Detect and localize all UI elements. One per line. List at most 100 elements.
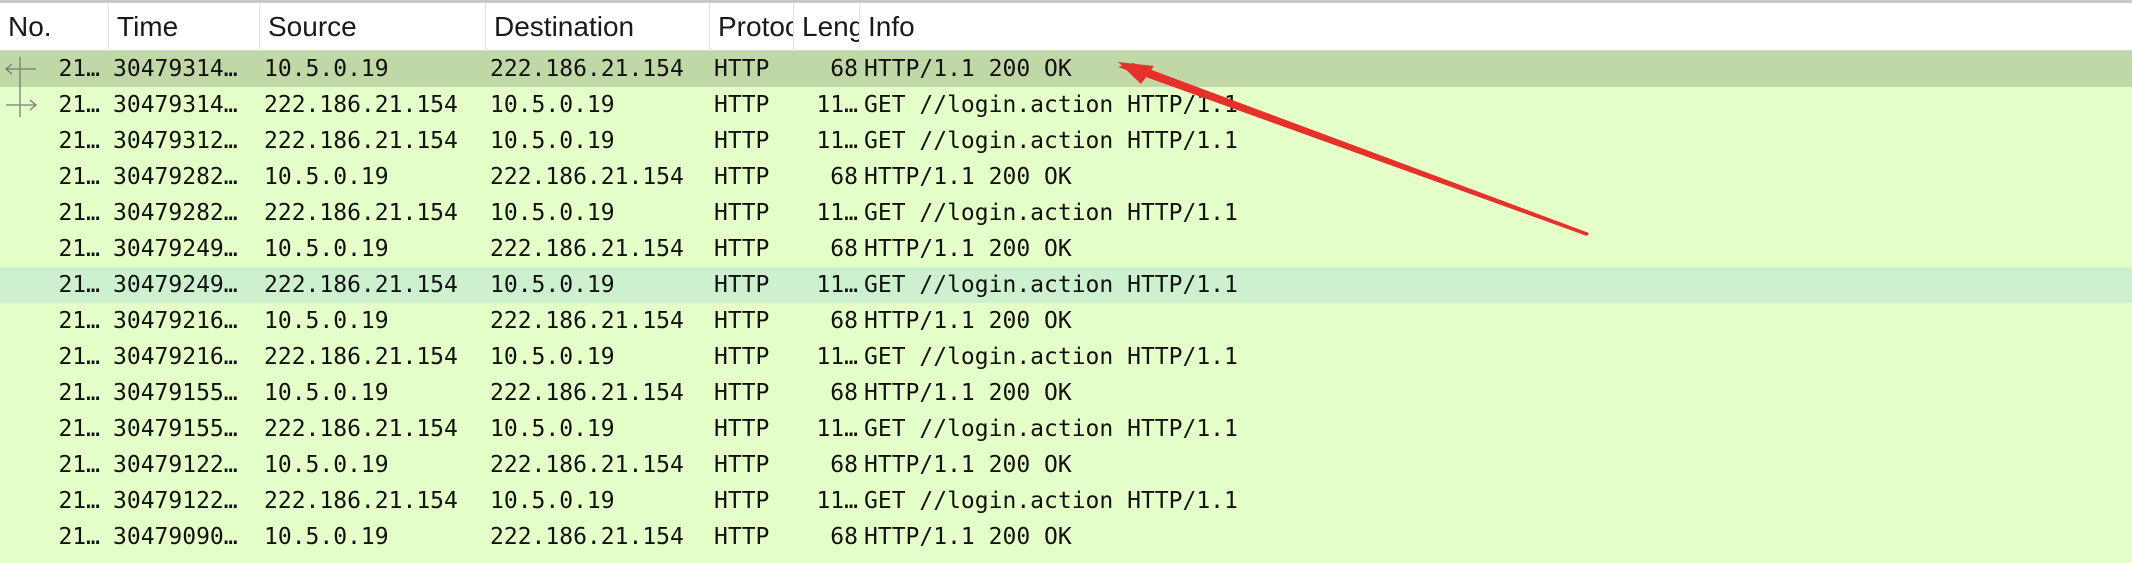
cell-info: GET //login.action HTTP/1.1 [864, 272, 1238, 298]
cell-source: 10.5.0.19 [264, 452, 389, 478]
cell-length: 68 [830, 524, 858, 550]
cell-protocol: HTTP [714, 524, 770, 550]
cell-length: 11… [816, 344, 858, 370]
cell-length: 68 [830, 236, 858, 262]
cell-source: 222.186.21.154 [264, 128, 458, 154]
cell-time: 30479216… [113, 344, 238, 370]
column-header-info-label: Info [868, 11, 915, 42]
column-header-source-label: Source [268, 11, 357, 42]
cell-no: 21… [58, 524, 100, 550]
cell-length: 68 [830, 308, 858, 334]
table-row[interactable]: 21… 30479090… 10.5.0.19 222.186.21.154 HTTP 6… [0, 519, 2132, 555]
cell-source: 10.5.0.19 [264, 380, 389, 406]
cell-time: 30479090… [113, 524, 238, 550]
cell-time: 30479216… [113, 308, 238, 334]
cell-destination: 222.186.21.154 [490, 308, 684, 334]
column-header-time[interactable]: Time [109, 3, 260, 51]
cell-time [113, 555, 259, 563]
cell-time: 30479314… [113, 56, 238, 82]
column-header-length-label: Length [802, 11, 859, 42]
table-row[interactable]: 21… 30479282… 222.186.21.154 10.5.0.19 HTTP 1… [0, 195, 2132, 231]
cell-info: HTTP/1.1 200 OK [864, 452, 1072, 478]
cell-length: 11… [816, 416, 858, 442]
table-row[interactable]: 21… 30479314… 222.186.21.154 10.5.0.19 HTTP 1… [0, 87, 2132, 123]
cell-protocol: HTTP [714, 380, 770, 406]
cell-info: HTTP/1.1 200 OK [864, 56, 1072, 82]
cell-no [0, 555, 106, 563]
table-row[interactable]: 21… 30479282… 10.5.0.19 222.186.21.154 HTTP 6… [0, 159, 2132, 195]
table-row[interactable]: 21… 30479155… 10.5.0.19 222.186.21.154 HTTP 6… [0, 375, 2132, 411]
column-header-protocol[interactable]: Protocol [710, 3, 794, 51]
cell-protocol: HTTP [714, 452, 770, 478]
cell-info [864, 555, 2124, 563]
cell-destination [490, 555, 708, 563]
cell-protocol: HTTP [714, 92, 770, 118]
column-header-info[interactable]: Info [860, 3, 2132, 51]
cell-length: 68 [830, 56, 858, 82]
table-row[interactable]: 21… 30479249… 10.5.0.19 222.186.21.154 HTTP 6… [0, 231, 2132, 267]
cell-source: 222.186.21.154 [264, 92, 458, 118]
table-row[interactable]: 21… 30479122… 10.5.0.19 222.186.21.154 HTTP 6… [0, 447, 2132, 483]
table-row[interactable]: 21… 30479216… 10.5.0.19 222.186.21.154 HTTP 6… [0, 303, 2132, 339]
cell-length: 11… [816, 488, 858, 514]
cell-no: 21… [58, 416, 100, 442]
cell-destination: 10.5.0.19 [490, 488, 615, 514]
cell-no: 21… [58, 272, 100, 298]
cell-protocol: HTTP [714, 308, 770, 334]
cell-source: 10.5.0.19 [264, 56, 389, 82]
cell-source: 222.186.21.154 [264, 272, 458, 298]
table-row[interactable]: 21… 30479122… 222.186.21.154 10.5.0.19 HTTP 1… [0, 483, 2132, 519]
cell-destination: 10.5.0.19 [490, 344, 615, 370]
cell-time: 30479282… [113, 200, 238, 226]
cell-protocol: HTTP [714, 416, 770, 442]
cell-destination: 222.186.21.154 [490, 452, 684, 478]
cell-protocol [714, 555, 794, 563]
table-row[interactable]: 21… 30479155… 222.186.21.154 10.5.0.19 HTTP 1… [0, 411, 2132, 447]
cell-info: HTTP/1.1 200 OK [864, 308, 1072, 334]
cell-source: 10.5.0.19 [264, 164, 389, 190]
cell-info: HTTP/1.1 200 OK [864, 236, 1072, 262]
cell-time: 30479155… [113, 416, 238, 442]
cell-destination: 10.5.0.19 [490, 200, 615, 226]
cell-destination: 10.5.0.19 [490, 128, 615, 154]
table-row[interactable]: 21… 30479249… 222.186.21.154 10.5.0.19 HTTP 1… [0, 267, 2132, 303]
cell-protocol: HTTP [714, 488, 770, 514]
column-header-source[interactable]: Source [260, 3, 486, 51]
table-row[interactable]: 21… 30479216… 222.186.21.154 10.5.0.19 HTTP 1… [0, 339, 2132, 375]
cell-destination: 10.5.0.19 [490, 416, 615, 442]
cell-time: 30479122… [113, 452, 238, 478]
cell-time: 30479312… [113, 128, 238, 154]
cell-source: 10.5.0.19 [264, 308, 389, 334]
cell-source: 10.5.0.19 [264, 524, 389, 550]
column-header-destination[interactable]: Destination [486, 3, 710, 51]
column-header-time-label: Time [117, 11, 179, 42]
column-header-no-label: No. [8, 11, 52, 42]
cell-no: 21… [58, 128, 100, 154]
column-header-length[interactable]: Length [794, 3, 860, 51]
cell-info: HTTP/1.1 200 OK [864, 380, 1072, 406]
cell-protocol: HTTP [714, 56, 770, 82]
cell-info: GET //login.action HTTP/1.1 [864, 200, 1238, 226]
table-row[interactable] [0, 555, 2132, 563]
cell-length: 68 [830, 164, 858, 190]
cell-length: 11… [816, 128, 858, 154]
cell-length: 11… [816, 92, 858, 118]
cell-no: 21… [58, 308, 100, 334]
cell-destination: 222.186.21.154 [490, 524, 684, 550]
cell-protocol: HTTP [714, 344, 770, 370]
table-row[interactable]: 21… 30479314… 10.5.0.19 222.186.21.154 HTTP 6… [0, 51, 2132, 87]
packet-list-header: No. Time Source Destination Protocol Len… [0, 3, 2132, 51]
cell-no: 21… [58, 452, 100, 478]
cell-protocol: HTTP [714, 164, 770, 190]
cell-no: 21… [58, 380, 100, 406]
cell-protocol: HTTP [714, 236, 770, 262]
cell-source: 10.5.0.19 [264, 236, 389, 262]
table-row[interactable]: 21… 30479312… 222.186.21.154 10.5.0.19 HTTP 1… [0, 123, 2132, 159]
related-response-icon [4, 57, 36, 87]
column-header-protocol-label: Protocol [718, 11, 793, 42]
cell-destination: 10.5.0.19 [490, 272, 615, 298]
cell-length: 11… [816, 272, 858, 298]
cell-time: 30479249… [113, 236, 238, 262]
cell-source [264, 555, 486, 563]
column-header-no[interactable]: No. [0, 3, 109, 51]
